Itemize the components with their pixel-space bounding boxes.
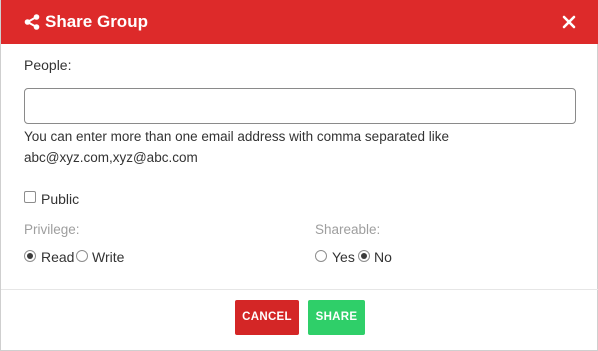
shareable-yes-label: Yes [332, 249, 355, 265]
privilege-read-label: Read [41, 249, 75, 265]
shareable-no-radio[interactable] [358, 250, 370, 262]
share-button[interactable]: SHARE [308, 300, 365, 335]
shareable-no-label: No [374, 249, 392, 265]
share-group-dialog: Share Group People: You can enter more t… [0, 0, 598, 351]
share-icon [24, 14, 40, 30]
people-help-text: You can enter more than one email addres… [24, 126, 584, 168]
people-label: People: [24, 57, 72, 73]
people-input[interactable] [24, 88, 576, 124]
dialog-title: Share Group [45, 12, 148, 31]
footer-divider [1, 289, 598, 290]
privilege-write-label: Write [92, 249, 125, 265]
shareable-label: Shareable: [315, 222, 381, 237]
shareable-yes-radio[interactable] [315, 250, 327, 262]
public-label: Public [41, 191, 80, 207]
public-checkbox[interactable] [24, 191, 36, 203]
close-icon[interactable] [561, 14, 577, 30]
help-line-2: abc@xyz.com,xyz@abc.com [24, 150, 198, 165]
help-line-1: You can enter more than one email addres… [24, 129, 449, 144]
privilege-write-radio[interactable] [76, 250, 88, 262]
privilege-label: Privilege: [24, 222, 80, 237]
cancel-button[interactable]: CANCEL [235, 300, 299, 335]
privilege-read-radio[interactable] [24, 250, 36, 262]
dialog-header: Share Group [1, 0, 598, 44]
